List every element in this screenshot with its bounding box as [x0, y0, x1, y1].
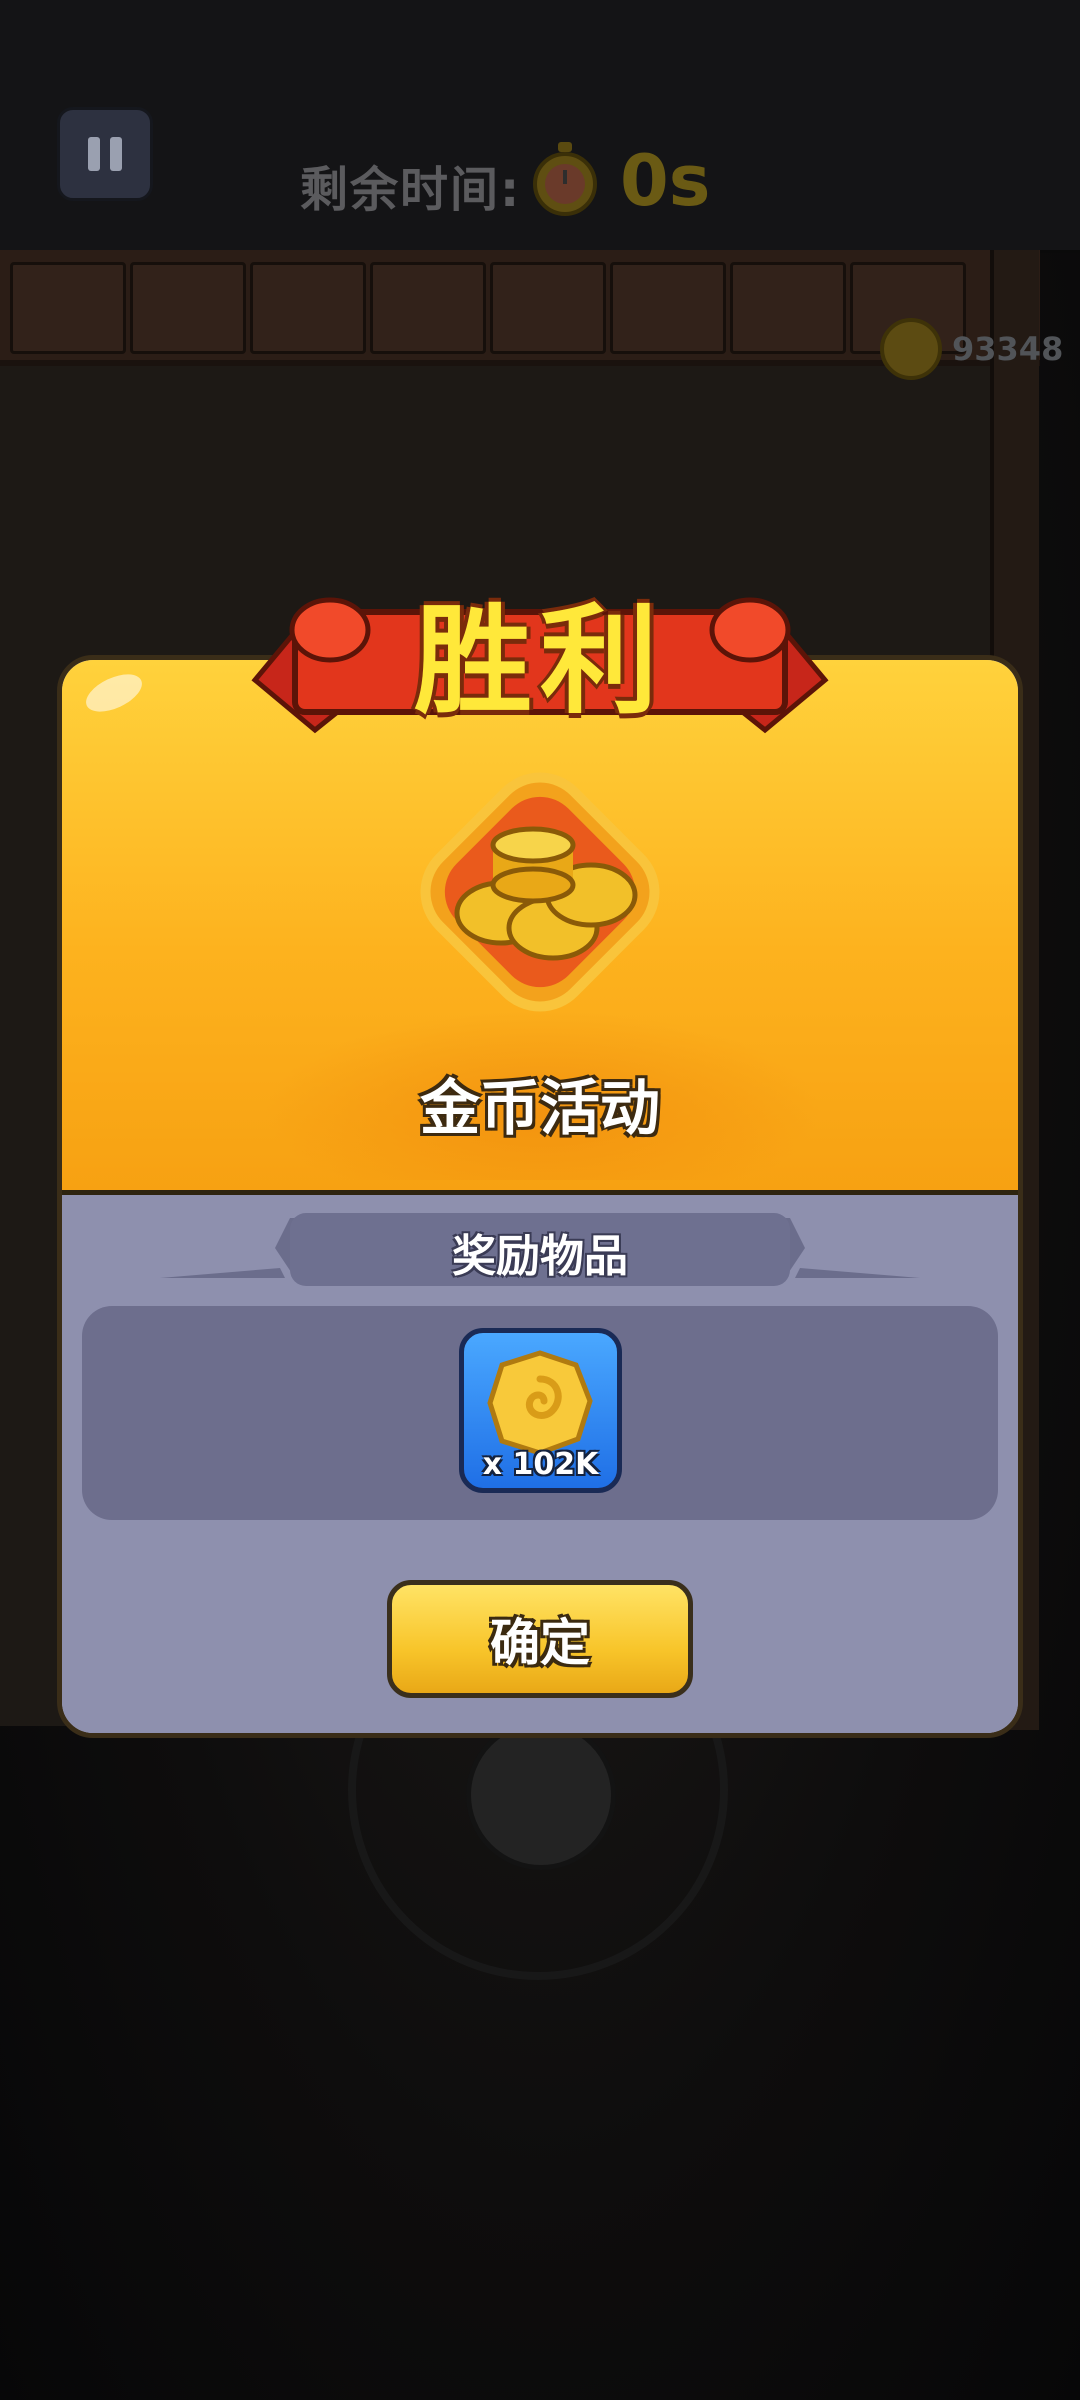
timer-label: 剩余时间: [300, 162, 522, 218]
confirm-button[interactable]: 确定 [387, 1580, 693, 1698]
top-hud-bar: 剩余时间: 0s [0, 0, 1080, 253]
reward-header: 奖励物品 [452, 1231, 628, 1282]
joystick-knob[interactable] [466, 1720, 616, 1870]
pause-button[interactable] [57, 107, 153, 201]
victory-title: 胜利 [413, 592, 666, 730]
event-name: 金币活动 [420, 1074, 660, 1144]
gold-coins-badge-icon [420, 772, 660, 1012]
coin-icon [880, 318, 942, 380]
gold-coin-icon [487, 1350, 593, 1456]
stopwatch-icon [533, 142, 597, 216]
coin-balance: 93348 [880, 314, 1070, 384]
game-screen: 剩余时间: 0s 93348 胜利 金币活动 奖励物品 x 102K 确定 [0, 0, 1080, 2400]
timer-value: 0s [620, 140, 711, 222]
pause-icon [88, 137, 100, 171]
reward-quantity: x 102K [482, 1447, 599, 1482]
coin-balance-value: 93348 [952, 330, 1064, 368]
reward-item[interactable]: x 102K [459, 1328, 622, 1493]
